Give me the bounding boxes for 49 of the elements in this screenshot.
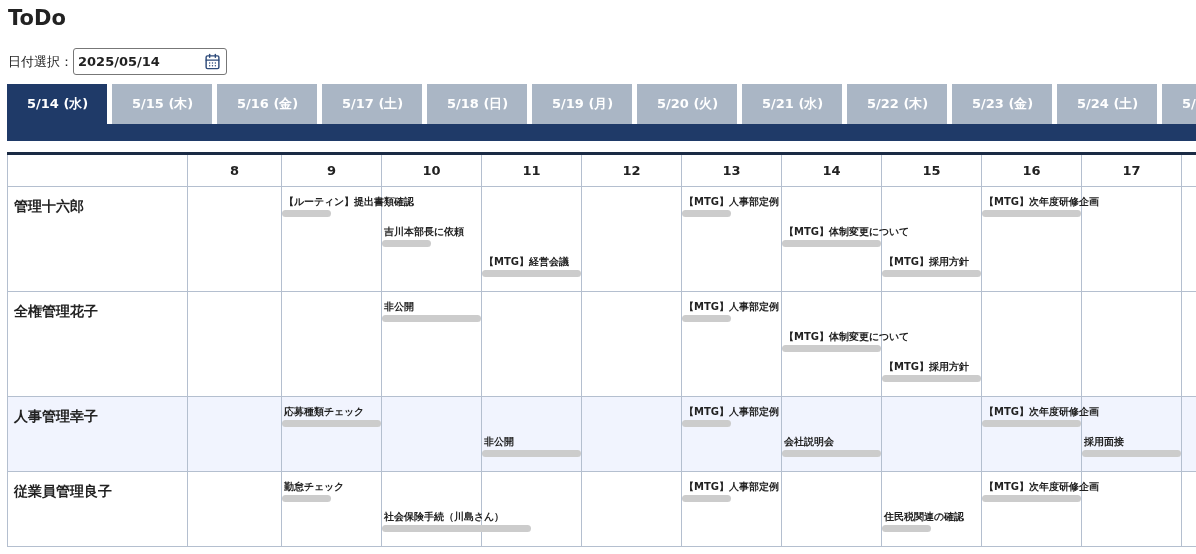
event-title[interactable]: 【MTG】体制変更について: [782, 225, 909, 239]
event-title[interactable]: 吉川本部長に依頼: [382, 225, 464, 239]
event-bar: [282, 210, 331, 217]
date-label: 日付選択：: [8, 52, 73, 71]
person-name: 人事管理幸子: [14, 408, 98, 424]
event-title[interactable]: 【MTG】採用方針: [882, 360, 981, 374]
event-title[interactable]: 【MTG】経営会議: [482, 255, 581, 269]
event-title[interactable]: 非公開: [482, 435, 581, 449]
event-title[interactable]: 社会保険手続（川島さん）: [382, 510, 531, 524]
hour-header: 14: [822, 161, 841, 180]
person-name: 従業員管理良子: [14, 483, 112, 499]
event-title[interactable]: 【ルーティン】提出書類確認: [282, 195, 414, 209]
hour-header: 15: [922, 161, 941, 180]
event-title[interactable]: 【MTG】次年度研修企画: [982, 405, 1099, 419]
event-bar: [682, 315, 731, 322]
calendar-icon[interactable]: [204, 53, 221, 70]
event-title[interactable]: 勤怠チェック: [282, 480, 344, 494]
event-title[interactable]: 【MTG】人事部定例: [682, 480, 779, 494]
event-title[interactable]: 会社説明会: [782, 435, 881, 449]
date-field[interactable]: 2025/05/14: [73, 48, 227, 75]
event-title[interactable]: 【MTG】体制変更について: [782, 330, 909, 344]
event-title[interactable]: 【MTG】人事部定例: [682, 300, 779, 314]
event-title[interactable]: 【MTG】採用方針: [882, 255, 981, 269]
hour-header: 12: [622, 161, 641, 180]
event-bar: [682, 420, 731, 427]
event-title[interactable]: 【MTG】人事部定例: [682, 405, 779, 419]
hour-header: 8: [229, 161, 239, 180]
hour-header: 17: [1122, 161, 1141, 180]
event-title[interactable]: 【MTG】人事部定例: [682, 195, 779, 209]
event-title[interactable]: 応募種類チェック: [282, 405, 381, 419]
event-bar: [382, 240, 431, 247]
event-title[interactable]: 採用面接: [1082, 435, 1181, 449]
event-title[interactable]: 【MTG】次年度研修企画: [982, 195, 1099, 209]
page-title: ToDo: [8, 5, 66, 32]
event-bar: [682, 495, 731, 502]
person-name: 全権管理花子: [14, 303, 98, 319]
event-title[interactable]: 住民税関連の確認: [882, 510, 964, 524]
event-title[interactable]: 非公開: [382, 300, 481, 314]
hour-header: 13: [722, 161, 741, 180]
hour-header: 11: [522, 161, 541, 180]
event-title[interactable]: 【MTG】次年度研修企画: [982, 480, 1099, 494]
event-bar: [682, 210, 731, 217]
event-bar: [882, 525, 931, 532]
date-tab[interactable]: 5/14 (水): [7, 84, 107, 124]
hour-header: 9: [326, 161, 336, 180]
hour-header: 16: [1022, 161, 1041, 180]
person-name: 管理十六郎: [14, 198, 84, 214]
event-bar: [282, 495, 331, 502]
hour-header: 10: [422, 161, 441, 180]
